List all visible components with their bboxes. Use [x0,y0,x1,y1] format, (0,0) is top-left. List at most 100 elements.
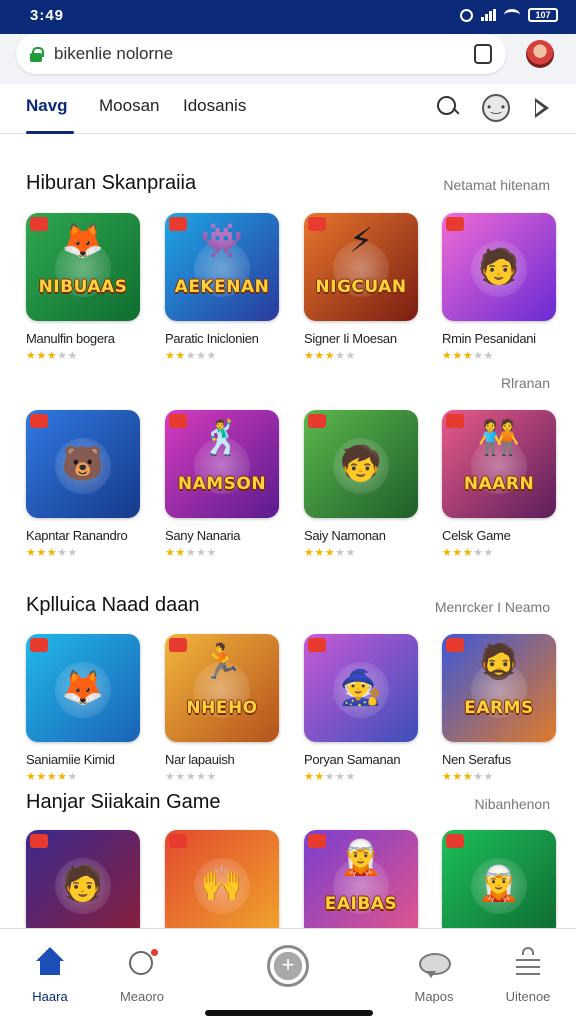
star-filled-icon: ★ [57,771,68,783]
game-thumbnail[interactable]: 🕺 NAMSON [165,410,279,518]
section-more-link[interactable]: Rlranan [501,375,550,391]
game-card[interactable]: 🧙 Poryan Samanan ★★★★★ [304,634,422,783]
game-card[interactable]: 🧝 EAIBAS [304,830,422,938]
game-card[interactable]: 🙌 [165,830,283,938]
game-logo-text: EAIBAS [324,894,398,914]
section-title: Kplluica Naad daan [26,594,200,616]
game-thumbnail[interactable]: 🧑‍🤝‍🧑 NAARN [442,410,556,518]
game-card[interactable]: 🧑 [26,830,144,938]
star-filled-icon: ★ [442,547,453,559]
game-character-icon: 🕺 [200,419,244,457]
game-thumbnail[interactable]: 🧒 [304,410,418,518]
star-rating: ★★★★★ [304,546,422,559]
play-icon[interactable] [528,94,556,122]
game-thumbnail[interactable]: 🏃 NHEHO [165,634,279,742]
game-card[interactable]: ⚡ NIGCUAN Signer Ii Moesan ★★★★★ [304,213,422,362]
game-card[interactable]: 🐻 Kapntar Ranandro ★★★★★ [26,410,144,559]
game-character-icon: 🦊 [61,669,105,707]
address-bar[interactable]: bikenlie nolorne [16,34,506,74]
game-thumbnail[interactable]: 🧑 [442,213,556,321]
menu-icon [510,947,546,983]
star-empty-icon: ★ [185,771,197,783]
bottom-nav-add[interactable]: + [248,929,328,987]
game-card[interactable]: 🕺 NAMSON Sany Nanaria ★★★★★ [165,410,283,559]
star-filled-icon: ★ [46,350,58,362]
star-rating: ★★★★★ [304,349,422,362]
game-card[interactable]: 🏃 NHEHO Nar lapauish ★★★★★ [165,634,283,783]
star-filled-icon: ★ [175,547,186,559]
tab-navg[interactable]: Navg [26,84,74,134]
status-icons: 107 [460,8,558,22]
game-card[interactable]: 🧝 [442,830,560,938]
star-empty-icon: ★ [483,547,494,559]
bottom-nav-search[interactable]: Meaoro [102,929,182,1004]
star-filled-icon: ★ [324,350,336,362]
star-rating: ★★★★★ [442,770,560,783]
game-logo-text: AEKENAN [174,277,270,297]
game-character-icon: 🧒 [339,445,383,483]
game-card[interactable]: 🧑 Rmin Pesanidani ★★★★★ [442,213,560,362]
game-character-icon: 🧝 [477,865,521,903]
game-card[interactable]: 🧔 EARMS Nen Serafus ★★★★★ [442,634,560,783]
game-character-icon: 🧙 [339,669,383,707]
game-thumbnail[interactable]: 🦊 NIBUAAS [26,213,140,321]
game-thumbnail[interactable]: 🧑 [26,830,140,938]
game-card[interactable]: 👾 AEKENAN Paratic Iniclonien ★★★★★ [165,213,283,362]
star-filled-icon: ★ [304,771,315,783]
star-empty-icon: ★ [165,771,176,783]
game-logo-text: NIBUAAS [38,277,128,297]
game-character-icon: 🧑 [61,865,105,903]
game-logo-text: NHEHO [186,698,258,718]
star-rating: ★★★★★ [304,770,422,783]
game-card[interactable]: 🦊 Saniamiie Kimid ★★★★★ [26,634,144,783]
tabs-icon[interactable] [474,44,492,64]
tab-moosan[interactable]: Moosan [99,84,159,134]
star-empty-icon: ★ [483,350,494,362]
star-filled-icon: ★ [462,547,474,559]
star-filled-icon: ★ [26,350,37,362]
tab-idosanis[interactable]: Idosanis [183,84,246,134]
profile-face-icon[interactable]: •‿• [482,94,510,122]
section-title: Hiburan Skanpraiia [26,172,197,194]
game-thumbnail[interactable]: 🦊 [26,634,140,742]
new-badge [30,414,48,428]
chat-icon [416,947,452,983]
game-thumbnail[interactable]: 🧝 EAIBAS [304,830,418,938]
star-empty-icon: ★ [196,350,207,362]
game-thumbnail[interactable]: 🙌 [165,830,279,938]
game-character-icon: 🙌 [200,865,244,903]
game-logo-text: EARMS [464,698,534,718]
game-title: Nen Serafus [442,752,511,767]
lock-icon [30,47,44,62]
star-filled-icon: ★ [46,547,58,559]
game-title: Saiy Namonan [304,528,386,543]
section-more-link[interactable]: Nibanhenon [474,796,550,812]
section-more-link[interactable]: Netamat hitenam [443,177,550,193]
bottom-nav-home[interactable]: Haara [10,929,90,1004]
game-card[interactable]: 🧒 Saiy Namonan ★★★★★ [304,410,422,559]
game-thumbnail[interactable]: 🧙 [304,634,418,742]
avatar[interactable] [526,40,554,68]
section-more-link[interactable]: Menrcker I Neamo [435,599,550,615]
alarm-icon [460,8,473,22]
bottom-nav-menu[interactable]: Uitenoe [488,929,568,1004]
star-filled-icon: ★ [462,350,474,362]
game-thumbnail[interactable]: ⚡ NIGCUAN [304,213,418,321]
add-icon: + [267,945,309,987]
game-thumbnail[interactable]: 🐻 [26,410,140,518]
star-filled-icon: ★ [452,350,463,362]
address-text[interactable]: bikenlie nolorne [54,44,474,64]
game-card[interactable]: 🧑‍🤝‍🧑 NAARN Celsk Game ★★★★★ [442,410,560,559]
game-card[interactable]: 🦊 NIBUAAS Manulfin bogera ★★★★★ [26,213,144,362]
game-thumbnail[interactable]: 🧝 [442,830,556,938]
new-badge [308,414,326,428]
game-character-icon: 🏃 [200,643,244,681]
section-title: Hanjar Siiakain Game [26,791,221,813]
star-empty-icon: ★ [185,547,197,559]
game-character-icon: 🐻 [61,445,105,483]
status-time: 3:49 [30,6,65,24]
search-icon[interactable] [434,94,462,122]
game-thumbnail[interactable]: 👾 AEKENAN [165,213,279,321]
game-thumbnail[interactable]: 🧔 EARMS [442,634,556,742]
bottom-nav-messages[interactable]: Mapos [394,929,474,1004]
